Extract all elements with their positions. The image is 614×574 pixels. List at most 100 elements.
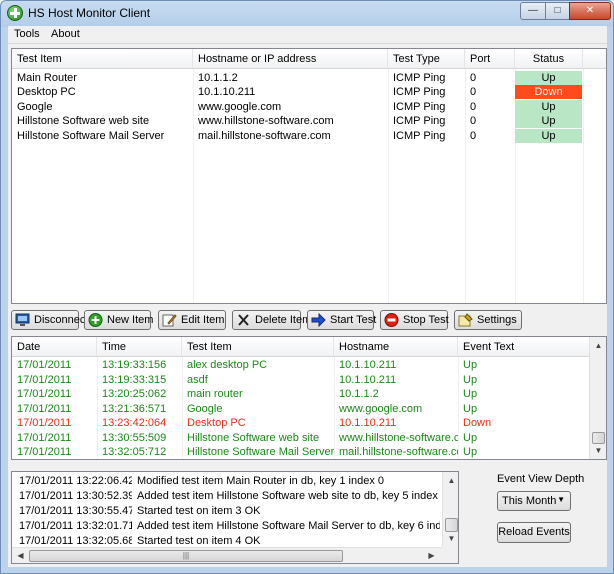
col-filler [583,49,606,69]
event-view-depth-label: Event View Depth [497,473,585,485]
test-item-cell: Desktop PC [17,86,76,98]
col-port[interactable]: Port [465,49,515,69]
test-item-cell: Main Router [17,72,77,84]
event-hostname: 10.1.10.211 [339,374,397,386]
test-type-cell: ICMP Ping [393,86,446,98]
minimize-button[interactable]: — [520,2,546,20]
settings-label: Settings [477,314,517,326]
log-message: Started test on item 3 OK [137,505,261,517]
test-items-list[interactable]: Test Item Hostname or IP address Test Ty… [11,48,607,304]
scroll-up-arrow-icon[interactable]: ▲ [444,473,458,488]
event-time: 13:21:36:571 [102,403,167,415]
test-type-cell: ICMP Ping [393,115,446,127]
col-status[interactable]: Status [515,49,583,69]
event-time: 13:23:42:064 [102,417,167,429]
event-text: Up [463,388,478,400]
event-text: Up [463,446,478,458]
event-text: Up [463,403,478,415]
hostname-cell: 10.1.1.2 [198,72,238,84]
event-date: 17/01/2011 [17,446,72,458]
events-scrollbar[interactable]: ▲ ▼ [589,337,606,459]
scroll-down-arrow-icon[interactable]: ▼ [591,443,606,458]
plus-circle-icon [88,313,103,327]
hostname-cell: www.google.com [198,101,282,113]
log-panel[interactable]: 17/01/2011 13:22:06.424 Modified test it… [11,471,459,564]
log-vertical-scrollbar[interactable]: ▲ ▼ [442,472,458,547]
event-time: 13:30:55:509 [102,432,167,444]
events-list[interactable]: Date Time Test Item Hostname Event Text … [11,336,607,460]
start-test-button[interactable]: Start Test [307,310,377,330]
event-text: Up [463,359,478,371]
log-horizontal-scrollbar[interactable]: ◀ ||| ▶ [12,547,442,563]
col-event-hostname[interactable]: Hostname [334,337,458,357]
new-item-button[interactable]: New Item [84,310,153,330]
window-title: HS Host Monitor Client [28,6,151,20]
event-hostname: www.google.com [339,403,423,415]
event-hostname: www.hillstone-software.com [339,432,458,444]
event-time: 13:19:33:315 [102,374,167,386]
delete-x-icon [238,314,249,326]
edit-item-button[interactable]: Edit Item [158,310,226,330]
col-event-test-item[interactable]: Test Item [182,337,334,357]
menu-bar: Tools About [8,26,607,44]
event-test-item: Hillstone Software web site [187,432,320,444]
test-type-cell: ICMP Ping [393,130,446,142]
col-event-text[interactable]: Event Text [458,337,592,357]
delete-item-button[interactable]: Delete Item [232,310,311,330]
port-cell: 0 [470,101,477,113]
title-bar[interactable]: HS Host Monitor Client — □ ✕ [1,1,613,25]
event-time: 13:32:05:712 [102,446,167,458]
event-date: 17/01/2011 [17,374,72,386]
log-message: Started test on item 4 OK [137,535,261,547]
test-item-cell: Hillstone Software web site [17,115,150,127]
col-test-type[interactable]: Test Type [388,49,465,69]
hostname-cell: www.hillstone-software.com [198,115,334,127]
event-hostname: 10.1.1.2 [339,388,379,400]
test-item-cell: Hillstone Software Mail Server [17,130,165,142]
event-date: 17/01/2011 [17,417,72,429]
settings-icon [458,313,473,327]
disconnect-button[interactable]: Disconnect [11,310,88,330]
col-hostname[interactable]: Hostname or IP address [193,49,388,69]
hostname-cell: mail.hillstone-software.com [198,130,331,142]
event-date: 17/01/2011 [17,432,72,444]
start-test-label: Start Test [330,314,377,326]
stop-icon [384,313,399,327]
scrollbar-thumb[interactable] [445,518,458,532]
close-button[interactable]: ✕ [569,2,611,20]
event-hostname: mail.hillstone-software.com [339,446,458,458]
status-badge: Down [515,85,582,99]
event-view-depth-value: This Month [502,495,557,507]
scrollbar-thumb[interactable]: ||| [29,550,343,562]
delete-item-label: Delete Item [255,314,312,326]
port-cell: 0 [470,115,477,127]
port-cell: 0 [470,130,477,142]
maximize-button[interactable]: □ [545,2,570,20]
edit-pencil-icon [162,314,177,327]
scroll-up-arrow-icon[interactable]: ▲ [591,338,606,353]
event-date: 17/01/2011 [17,388,72,400]
menu-about[interactable]: About [51,28,80,40]
event-date: 17/01/2011 [17,359,72,371]
status-badge: Up [515,71,582,85]
col-date[interactable]: Date [12,337,97,357]
event-date: 17/01/2011 [17,403,72,415]
scroll-left-arrow-icon[interactable]: ◀ [13,548,28,563]
log-timestamp: 17/01/2011 13:22:06.424 [19,475,132,487]
stop-test-button[interactable]: Stop Test [380,310,449,330]
col-time[interactable]: Time [97,337,182,357]
scroll-right-arrow-icon[interactable]: ▶ [424,548,439,563]
col-test-item[interactable]: Test Item [12,49,193,69]
client-area: Tools About Test Item Hostname or IP add… [8,26,607,567]
event-text: Up [463,432,478,444]
event-text: Up [463,374,478,386]
menu-tools[interactable]: Tools [14,28,40,40]
scroll-down-arrow-icon[interactable]: ▼ [444,531,458,546]
log-timestamp: 17/01/2011 13:30:52.393 [19,490,132,502]
app-window: HS Host Monitor Client — □ ✕ Tools About… [0,0,614,574]
settings-button[interactable]: Settings [454,310,522,330]
reload-events-button[interactable]: Reload Events [497,522,571,543]
scrollbar-corner [442,547,458,563]
event-view-depth-select[interactable]: This Month ▼ [497,491,571,511]
test-item-cell: Google [17,101,53,113]
